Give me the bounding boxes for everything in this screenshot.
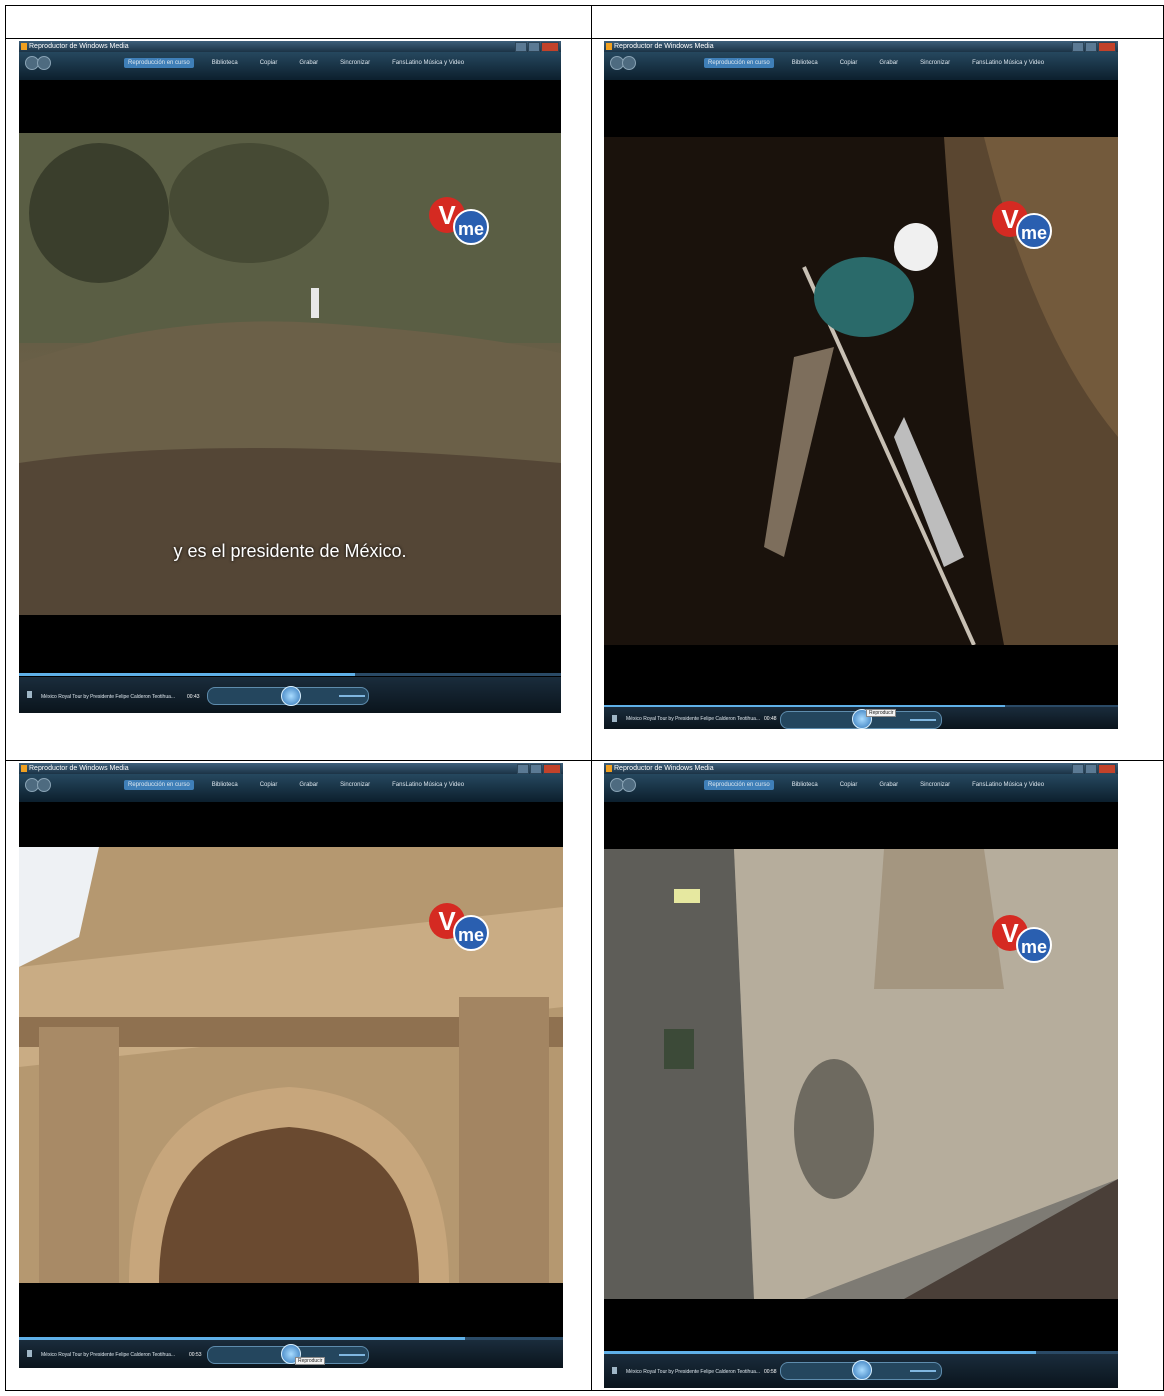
maximize-button[interactable] (528, 42, 540, 52)
volume-slider[interactable] (910, 1370, 936, 1372)
tab-library[interactable]: Biblioteca (788, 58, 822, 68)
tab-sync[interactable]: Sincronizar (336, 58, 374, 68)
tab-rip[interactable]: Copiar (256, 780, 282, 790)
window-title: Reproductor de Windows Media (29, 43, 129, 50)
window-title: Reproductor de Windows Media (614, 43, 714, 50)
player-controls: México Royal Tour by Presidente Felipe C… (19, 1340, 563, 1368)
view-icon[interactable] (27, 691, 32, 698)
forward-icon[interactable] (622, 56, 636, 70)
video-frame[interactable]: y es el presidente de México. V me (19, 133, 561, 615)
window-titlebar: Reproductor de Windows Media (19, 763, 563, 774)
play-tooltip: Reproducir (866, 709, 897, 717)
tab-sync[interactable]: Sincronizar (916, 58, 954, 68)
view-icon[interactable] (612, 1367, 617, 1374)
tab-store[interactable]: FansLatino Música y Video (968, 58, 1048, 68)
elapsed-time: 00:43 (187, 694, 200, 700)
table-divider-middle (5, 760, 1164, 761)
volume-slider[interactable] (339, 1354, 365, 1356)
tab-now-playing[interactable]: Reproducción en curso (704, 58, 774, 68)
window-title: Reproductor de Windows Media (29, 765, 129, 772)
tab-store[interactable]: FansLatino Música y Video (388, 780, 468, 790)
close-button[interactable] (543, 764, 561, 774)
close-button[interactable] (541, 42, 559, 52)
player-toolbar: Reproducción en curso Biblioteca Copiar … (19, 774, 563, 802)
view-icon[interactable] (612, 715, 617, 722)
seek-bar[interactable] (19, 673, 561, 676)
tab-sync[interactable]: Sincronizar (916, 780, 954, 790)
window-titlebar: Reproductor de Windows Media (604, 41, 1118, 52)
scene-palace (604, 849, 1118, 1299)
tab-store[interactable]: FansLatino Música y Video (968, 780, 1048, 790)
track-title: México Royal Tour by Presidente Felipe C… (41, 694, 176, 700)
media-player-icon (21, 43, 27, 50)
media-player-4: Reproductor de Windows Media Reproducció… (604, 763, 1118, 1388)
video-frame[interactable]: V me (604, 137, 1118, 645)
player-controls: México Royal Tour by Presidente Felipe C… (604, 707, 1118, 729)
video-frame[interactable]: V me (604, 849, 1118, 1299)
media-player-1: Reproductor de Windows Media Reproducció… (19, 41, 561, 713)
scene-cathedral (19, 847, 563, 1283)
tab-sync[interactable]: Sincronizar (336, 780, 374, 790)
minimize-button[interactable] (1072, 764, 1084, 774)
maximize-button[interactable] (1085, 42, 1097, 52)
close-button[interactable] (1098, 42, 1116, 52)
elapsed-time: 00:58 (764, 1369, 777, 1375)
maximize-button[interactable] (530, 764, 542, 774)
volume-slider[interactable] (339, 695, 365, 697)
tab-rip[interactable]: Copiar (836, 780, 862, 790)
tab-library[interactable]: Biblioteca (208, 780, 242, 790)
subtitle-text: y es el presidente de México. (173, 541, 407, 561)
minimize-button[interactable] (517, 764, 529, 774)
minimize-button[interactable] (1072, 42, 1084, 52)
volume-slider[interactable] (910, 719, 936, 721)
forward-icon[interactable] (622, 778, 636, 792)
window-titlebar: Reproductor de Windows Media (604, 763, 1118, 774)
track-title: México Royal Tour by Presidente Felipe C… (626, 1369, 761, 1375)
elapsed-time: 00:53 (189, 1352, 202, 1358)
video-frame[interactable]: V me (19, 847, 563, 1283)
tab-now-playing[interactable]: Reproducción en curso (124, 780, 194, 790)
table-divider-vertical (591, 5, 592, 1391)
track-title: México Royal Tour by Presidente Felipe C… (626, 716, 761, 722)
player-controls: México Royal Tour by Presidente Felipe C… (604, 1354, 1118, 1388)
tab-rip[interactable]: Copiar (836, 58, 862, 68)
play-button[interactable] (852, 1360, 872, 1380)
tab-burn[interactable]: Grabar (295, 780, 322, 790)
media-player-icon (606, 765, 612, 772)
window-titlebar: Reproductor de Windows Media (19, 41, 561, 52)
player-toolbar: Reproducción en curso Biblioteca Copiar … (604, 774, 1118, 802)
scene-climber (764, 137, 1118, 645)
close-button[interactable] (1098, 764, 1116, 774)
tab-library[interactable]: Biblioteca (788, 780, 822, 790)
view-icon[interactable] (27, 1350, 32, 1357)
media-player-3: Reproductor de Windows Media Reproducció… (19, 763, 563, 1368)
table-divider-header (5, 38, 1164, 39)
player-controls: México Royal Tour by Presidente Felipe C… (19, 677, 561, 713)
tab-now-playing[interactable]: Reproducción en curso (124, 58, 194, 68)
tab-rip[interactable]: Copiar (256, 58, 282, 68)
tab-burn[interactable]: Grabar (875, 58, 902, 68)
media-player-icon (606, 43, 612, 50)
pause-button[interactable] (281, 686, 301, 706)
tab-burn[interactable]: Grabar (875, 780, 902, 790)
maximize-button[interactable] (1085, 764, 1097, 774)
window-title: Reproductor de Windows Media (614, 765, 714, 772)
forward-icon[interactable] (37, 778, 51, 792)
forward-icon[interactable] (37, 56, 51, 70)
tab-store[interactable]: FansLatino Música y Video (388, 58, 468, 68)
tab-library[interactable]: Biblioteca (208, 58, 242, 68)
player-toolbar: Reproducción en curso Biblioteca Copiar … (604, 52, 1118, 80)
play-tooltip: Reproducir (295, 1357, 326, 1365)
media-player-2: Reproductor de Windows Media Reproducció… (604, 41, 1118, 729)
track-title: México Royal Tour by Presidente Felipe C… (41, 1352, 176, 1358)
media-player-icon (21, 765, 27, 772)
tab-burn[interactable]: Grabar (295, 58, 322, 68)
player-toolbar: Reproducción en curso Biblioteca Copiar … (19, 52, 561, 80)
tab-now-playing[interactable]: Reproducción en curso (704, 780, 774, 790)
elapsed-time: 00:48 (764, 716, 777, 722)
minimize-button[interactable] (515, 42, 527, 52)
